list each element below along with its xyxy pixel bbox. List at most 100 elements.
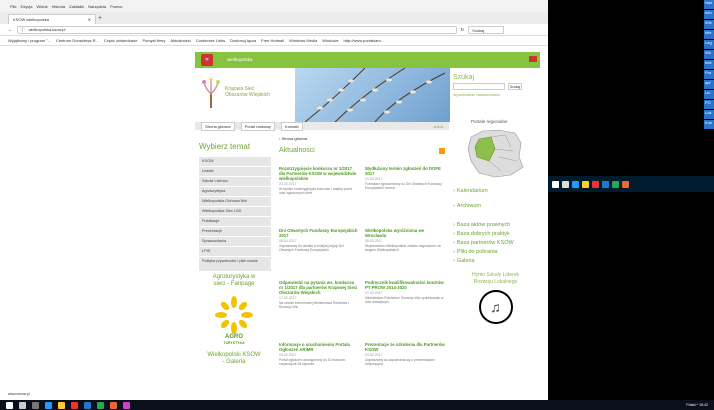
hymn-link[interactable]: Hymn Szkoły Liderek Rozwoju Lokalnego: [451, 272, 540, 286]
side-panel-item[interactable]: PO: [704, 100, 714, 109]
menu-tools[interactable]: Narzędzia: [88, 4, 106, 9]
app-icon[interactable]: [592, 180, 599, 188]
bookmark-item[interactable]: Wyjątkowy i program "...: [8, 38, 51, 43]
firefox-icon[interactable]: [110, 401, 117, 409]
task-view-icon[interactable]: [32, 401, 39, 409]
news-item[interactable]: Rozstrzygnięcie konkursu nr 1/2017 dla P…: [279, 166, 359, 195]
poland-map[interactable]: [465, 127, 525, 179]
right-link-partnerzy[interactable]: › Baza partnerów KSOW: [453, 239, 540, 248]
side-panel-item[interactable]: Mie: [704, 30, 714, 39]
bookmark-item[interactable]: Część odwiedzane: [104, 38, 138, 43]
advanced-search-link[interactable]: Wyszukiwanie zaawansowane: [453, 93, 540, 97]
search-icon[interactable]: [19, 401, 26, 409]
sidebar-item-lpis[interactable]: LPIS: [199, 247, 271, 256]
bookmark-item[interactable]: Windows: [322, 38, 338, 43]
news-item[interactable]: Podręcznik kwalifikowalności kosztów PT …: [365, 280, 445, 304]
sidebar-item-leader[interactable]: Leader: [199, 167, 271, 176]
right-link-pliki[interactable]: › Pliki do pobrania: [453, 248, 540, 257]
reload-icon[interactable]: ↻: [461, 27, 465, 33]
news-item[interactable]: Prezentacje ze szkolenia dla Partnerów K…: [365, 342, 445, 366]
news-title[interactable]: Dni Otwartych Funduszy Europejskich 2017: [279, 228, 359, 238]
system-clock[interactable]: Polski ^ 15:42: [686, 403, 708, 407]
right-link-archiwum[interactable]: › Archiwum: [453, 202, 540, 211]
word-icon[interactable]: [602, 180, 609, 188]
ksow-gallery-link[interactable]: Wielkopolski KSOW - Galeria: [195, 352, 273, 366]
start-icon[interactable]: [6, 401, 13, 409]
side-panel-item[interactable]: Pra: [704, 70, 714, 79]
back-arrow-icon[interactable]: ←: [8, 27, 13, 32]
menu-edit[interactable]: Edycja: [20, 4, 32, 9]
app-icon[interactable]: [71, 401, 78, 409]
plus-icon[interactable]: +: [98, 15, 102, 22]
bookmark-item[interactable]: Free Hotmail: [261, 38, 284, 43]
menu-bookmarks[interactable]: Zakładki: [69, 4, 84, 9]
folder-icon[interactable]: [58, 401, 65, 409]
news-title[interactable]: Odpowiedzi na pytania ws. konkursu nr 1/…: [279, 280, 359, 295]
menu-view[interactable]: Widok: [36, 4, 47, 9]
edge-icon[interactable]: [572, 180, 579, 188]
sidebar-item-lsd[interactable]: Wielkopolska Sieć LSD: [199, 207, 271, 216]
news-title[interactable]: Wielkopolska wyróżniona we Wrocławiu: [365, 228, 445, 238]
news-title[interactable]: Informacje o uruchomieniu Portalu Ogłosz…: [279, 342, 359, 352]
side-panel-item[interactable]: Lok: [704, 110, 714, 119]
word-icon[interactable]: [84, 401, 91, 409]
sidebar-item-sprawozdania[interactable]: Sprawozdania: [199, 237, 271, 246]
start-icon[interactable]: [552, 180, 559, 188]
sidebar-item-agroturystyka[interactable]: Agroturystyka: [199, 187, 271, 196]
bookmark-item[interactable]: Dostosuj łącza: [230, 38, 256, 43]
folder-icon[interactable]: [582, 180, 589, 188]
site-title[interactable]: Krajowa Sieć Obszarów Wiejskich: [225, 86, 270, 98]
news-title[interactable]: Wydłużony termin zgłoszeń do DOFE 2017: [365, 166, 445, 176]
rss-icon[interactable]: [439, 148, 445, 154]
sidebar-item-prezentacje[interactable]: Prezentacje: [199, 227, 271, 236]
news-item[interactable]: Wydłużony termin zgłoszeń do DOFE 2017 2…: [365, 166, 445, 190]
side-panel-item[interactable]: Kon: [704, 120, 714, 129]
sidebar-item-ksow[interactable]: KSOW: [199, 157, 271, 166]
side-panel-item[interactable]: Info: [704, 10, 714, 19]
side-panel-item[interactable]: apl: [704, 80, 714, 89]
sidebar-item-szkola[interactable]: Szkoła Liderów: [199, 177, 271, 186]
media-icon[interactable]: [123, 401, 130, 409]
firefox-icon[interactable]: [622, 180, 629, 188]
music-note-icon[interactable]: ♫: [478, 290, 513, 324]
bookmark-item[interactable]: Pomysł firmy: [142, 38, 165, 43]
side-panel-item[interactable]: Wie: [704, 20, 714, 29]
bookmark-item[interactable]: Centrum Doradztwa R...: [56, 38, 99, 43]
news-item[interactable]: Odpowiedzi na pytania ws. konkursu nr 1/…: [279, 280, 359, 309]
search-input[interactable]: [453, 83, 505, 90]
sidebar-item-odnowa[interactable]: Wielkopolska Odnowa Wsi: [199, 197, 271, 206]
edge-icon[interactable]: [45, 401, 52, 409]
right-link-akty[interactable]: › Baza aktów prawnych: [453, 221, 540, 230]
side-panel-item[interactable]: Wo: [704, 50, 714, 59]
news-item[interactable]: Wielkopolska wyróżniona we Wrocławiu 08.…: [365, 228, 445, 252]
search-button[interactable]: Szukaj: [508, 83, 522, 90]
bookmark-item[interactable]: Aktualności: [170, 38, 190, 43]
font-size-control[interactable]: A A A: [434, 124, 443, 129]
side-panel-item[interactable]: Leg: [704, 40, 714, 49]
url-bar[interactable]: ⓘ wielkopolska.ksow.pl: [16, 25, 457, 34]
breadcrumb-home[interactable]: Strona główna: [281, 136, 307, 141]
bookmark-item[interactable]: Customize Links: [196, 38, 225, 43]
nav-contact[interactable]: Kontakt: [281, 121, 303, 131]
menu-history[interactable]: Historia: [52, 4, 66, 9]
right-link-praktyki[interactable]: › Baza dobrych praktyk: [453, 230, 540, 239]
bookmark-item[interactable]: Windows Media: [289, 38, 317, 43]
search-icon[interactable]: [562, 180, 569, 188]
side-panel-item[interactable]: Lin: [704, 90, 714, 99]
news-item[interactable]: Dni Otwartych Funduszy Europejskich 2017…: [279, 228, 359, 252]
excel-icon[interactable]: [97, 401, 104, 409]
agroturystyka-logo[interactable]: AGRO TURYSTYKA: [207, 294, 261, 348]
news-title[interactable]: Rozstrzygnięcie konkursu nr 1/2017 dla P…: [279, 166, 359, 181]
uk-flag-icon[interactable]: [529, 56, 537, 62]
sidebar-item-cookies[interactable]: Polityka prywatności i pliki cookie: [199, 257, 271, 271]
news-item[interactable]: Informacje o uruchomieniu Portalu Ogłosz…: [279, 342, 359, 366]
agro-fanpage-link[interactable]: Agroturystyka w sieci - Fanpage: [195, 274, 273, 288]
menu-file[interactable]: Plik: [10, 4, 16, 9]
side-panel-item[interactable]: Nad: [704, 0, 714, 9]
close-icon[interactable]: ✕: [88, 17, 91, 22]
bookmark-item[interactable]: http://www.portalsam...: [344, 38, 384, 43]
side-panel-item[interactable]: Inte: [704, 60, 714, 69]
news-title[interactable]: Podręcznik kwalifikowalności kosztów PT …: [365, 280, 445, 290]
sidebar-item-publikacje[interactable]: Publikacje: [199, 217, 271, 226]
right-link-kalendarium[interactable]: › Kalendarium: [453, 187, 540, 196]
